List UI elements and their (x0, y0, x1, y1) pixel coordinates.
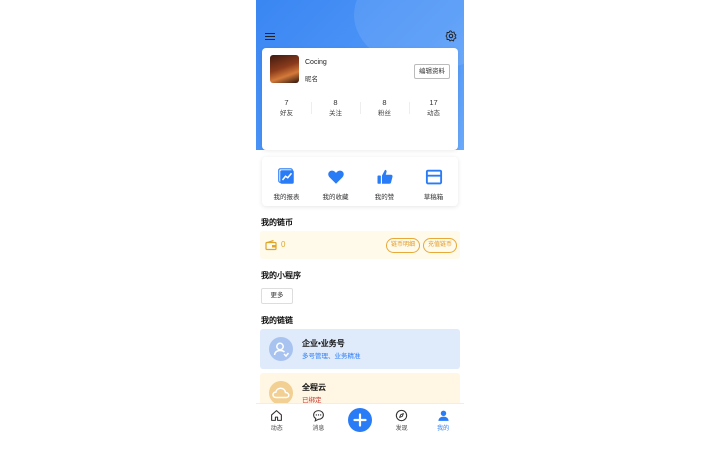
quick-action-label: 我的收藏 (322, 194, 349, 201)
stat-count: 7 (284, 98, 289, 107)
quick-action-label: 我的赞 (374, 194, 395, 201)
stat-followers[interactable]: 8 粉丝 (360, 98, 409, 122)
profile-name: Cocing (305, 59, 327, 66)
chain-item-subtitle: 多号管理、业务精准 (302, 353, 361, 360)
compass-icon (395, 409, 408, 422)
profile-subtitle: 昵名 (305, 76, 318, 83)
stat-label: 动态 (427, 110, 440, 117)
stat-label: 关注 (329, 110, 342, 117)
quick-action-label: 我的报表 (273, 194, 300, 201)
thumbs-up-icon (377, 169, 393, 184)
tab-messages[interactable]: 消息 (298, 404, 340, 450)
heart-icon (327, 170, 344, 184)
avatar[interactable] (270, 55, 299, 83)
quick-actions: 我的报表 我的收藏 我的赞 草稿箱 (262, 157, 458, 206)
chain-item-title: 企业•业务号 (302, 339, 345, 348)
chat-bubble-icon (312, 410, 324, 422)
stat-count: 8 (382, 98, 387, 107)
tab-label: 动态 (270, 426, 283, 432)
quick-action-label: 草稿箱 (423, 194, 444, 201)
tab-profile[interactable]: 我的 (422, 404, 464, 450)
mini-programs-section-title: 我的小程序 (261, 271, 301, 280)
more-mini-programs-button[interactable]: 更多 (261, 288, 293, 304)
plus-icon (353, 413, 367, 427)
chain-item-title: 全程云 (302, 383, 326, 392)
tab-discover[interactable]: 发现 (381, 404, 423, 450)
app-screen: Cocing 昵名 编辑资料 7 好友 8 关注 8 粉丝 17 动态 我的报表… (256, 0, 464, 450)
profile-card: Cocing 昵名 编辑资料 7 好友 8 关注 8 粉丝 17 动态 (262, 48, 458, 150)
tab-label: 我的 (437, 426, 450, 432)
chains-section-title: 我的链链 (261, 316, 293, 325)
quick-action-favorites[interactable]: 我的收藏 (311, 157, 360, 206)
coins-panel: 0 链币明细 充值链币 (260, 231, 460, 259)
stat-following[interactable]: 8 关注 (311, 98, 360, 122)
edit-profile-button[interactable]: 编辑资料 (414, 64, 450, 79)
stat-friends[interactable]: 7 好友 (262, 98, 311, 122)
tab-label: 消息 (312, 426, 325, 432)
stat-posts[interactable]: 17 动态 (409, 98, 458, 122)
cloud-icon (269, 381, 293, 405)
stat-count: 8 (333, 98, 338, 107)
tab-label: 发现 (395, 426, 408, 432)
chain-item-business[interactable]: 企业•业务号 多号管理、业务精准 (260, 329, 460, 369)
hamburger-menu-icon[interactable] (265, 31, 275, 41)
coin-details-button[interactable]: 链币明细 (386, 238, 421, 253)
home-icon (271, 410, 283, 421)
settings-gear-icon[interactable] (445, 30, 457, 42)
wallet-icon (265, 240, 277, 251)
create-post-button[interactable] (348, 408, 372, 432)
chart-icon (277, 168, 294, 184)
quick-action-reports[interactable]: 我的报表 (262, 157, 311, 206)
profile-stats: 7 好友 8 关注 8 粉丝 17 动态 (262, 98, 458, 122)
quick-action-likes[interactable]: 我的赞 (360, 157, 409, 206)
quick-action-drafts[interactable]: 草稿箱 (409, 157, 458, 206)
coins-section-title: 我的链币 (261, 218, 293, 227)
recharge-coins-button[interactable]: 充值链币 (423, 238, 458, 253)
stat-label: 粉丝 (378, 110, 391, 117)
user-icon (438, 410, 449, 421)
stat-label: 好友 (280, 110, 293, 117)
tab-feed[interactable]: 动态 (256, 404, 298, 450)
drafts-box-icon (425, 169, 442, 185)
business-user-icon (269, 337, 293, 361)
stat-count: 17 (429, 98, 438, 107)
coins-balance: 0 (281, 240, 286, 249)
